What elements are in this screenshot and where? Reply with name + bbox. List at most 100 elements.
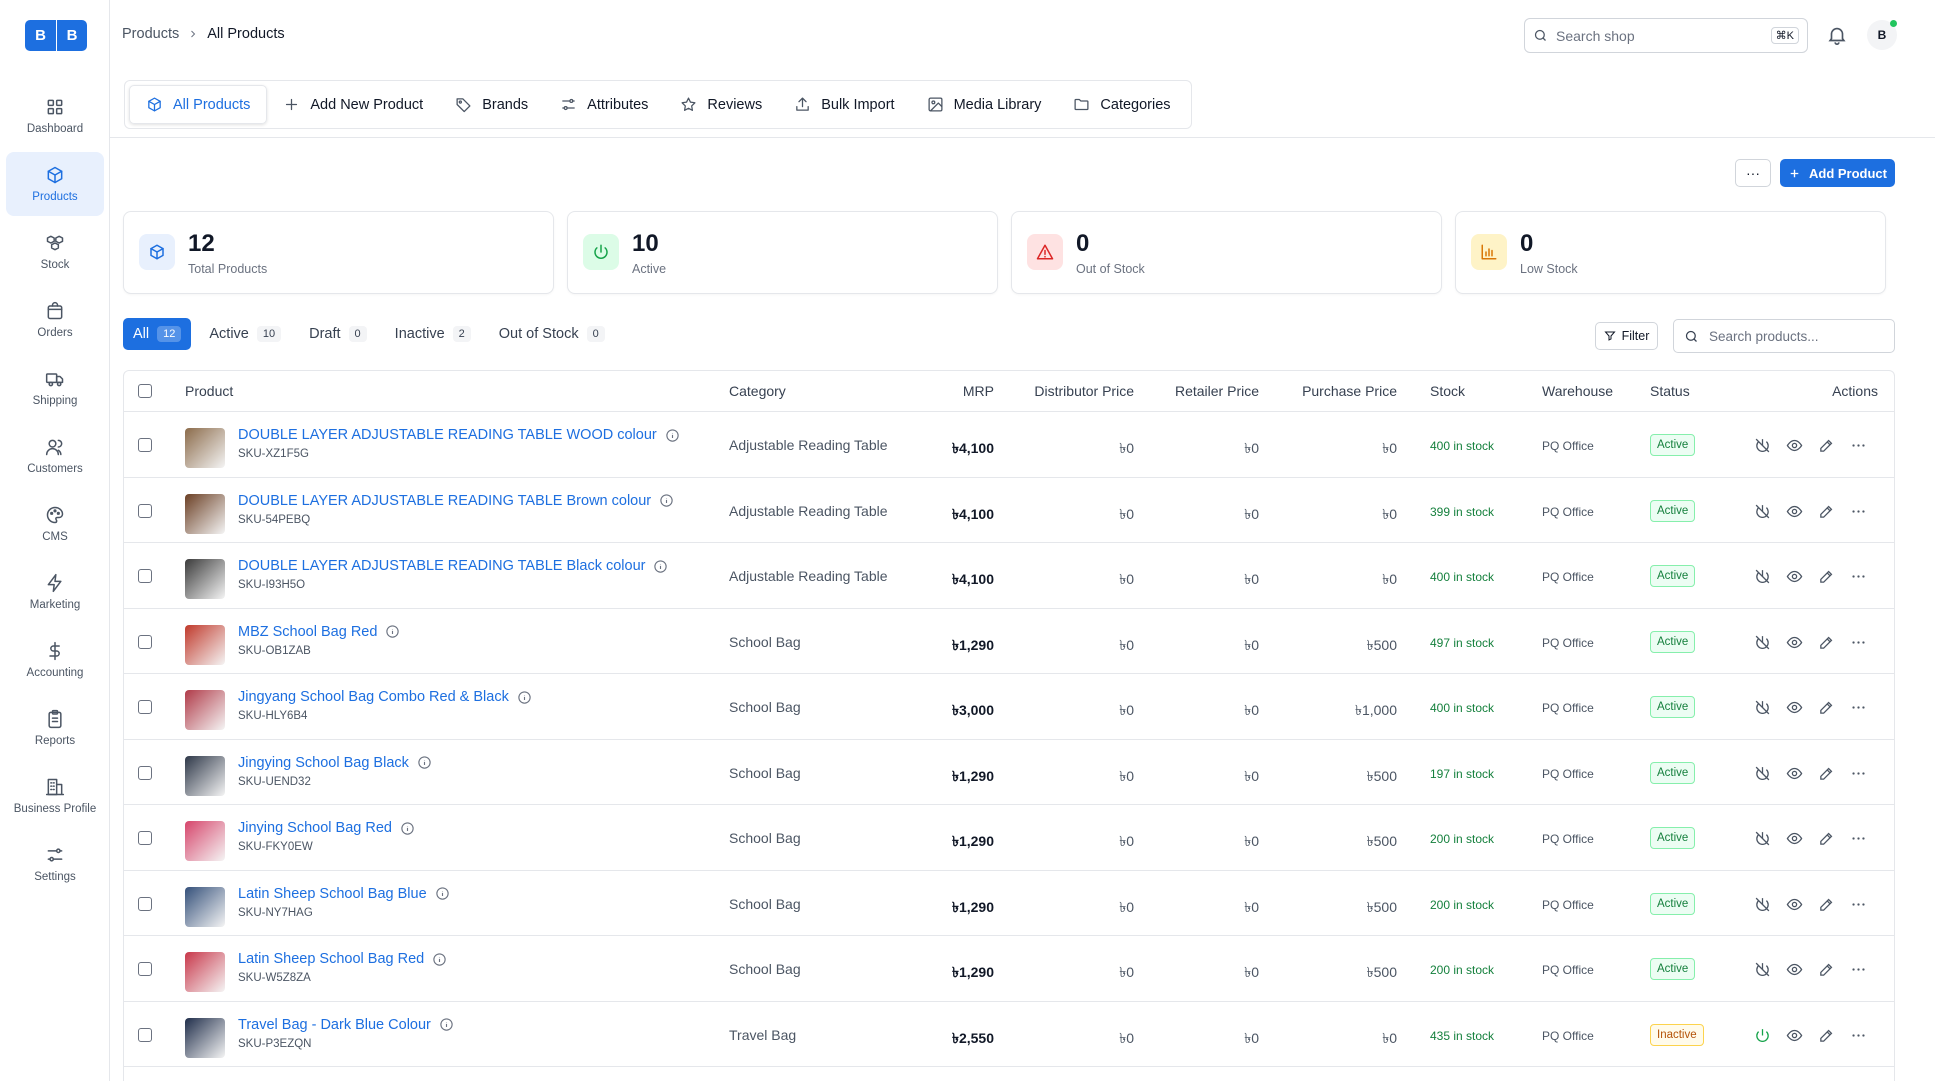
tab-media-library[interactable]: Media Library: [911, 85, 1058, 124]
power-icon[interactable]: [1754, 1027, 1771, 1044]
tab-attributes[interactable]: Attributes: [544, 85, 664, 124]
info-icon[interactable]: [385, 624, 400, 639]
logo[interactable]: B B: [25, 20, 87, 51]
product-name-link[interactable]: Latin Sheep School Bag Blue: [238, 886, 450, 902]
more-options-button[interactable]: ···: [1735, 159, 1771, 187]
info-icon[interactable]: [517, 690, 532, 705]
product-name-link[interactable]: Jingyang School Bag Combo Red & Black: [238, 689, 532, 705]
row-checkbox[interactable]: [138, 896, 152, 911]
edit-icon[interactable]: [1818, 896, 1835, 913]
info-icon[interactable]: [665, 428, 680, 443]
table-row[interactable]: Jinying School Bag Red SKU-FKY0EW School …: [124, 805, 1894, 871]
product-name-link[interactable]: DOUBLE LAYER ADJUSTABLE READING TABLE Br…: [238, 493, 674, 509]
eye-icon[interactable]: [1786, 568, 1803, 585]
table-row[interactable]: DOUBLE LAYER ADJUSTABLE READING TABLE WO…: [124, 412, 1894, 478]
power-off-icon[interactable]: [1754, 896, 1771, 913]
eye-icon[interactable]: [1786, 896, 1803, 913]
sidebar-item-dashboard[interactable]: Dashboard: [6, 84, 104, 148]
product-thumbnail[interactable]: [185, 428, 225, 468]
more-horizontal-icon[interactable]: [1850, 568, 1867, 585]
table-row[interactable]: Latin Sheep School Bag Red SKU-W5Z8ZA Sch…: [124, 936, 1894, 1002]
row-checkbox[interactable]: [138, 503, 152, 518]
table-row[interactable]: Jingyang School Bag Combo Red & Black SKU…: [124, 674, 1894, 740]
edit-icon[interactable]: [1818, 634, 1835, 651]
product-name-link[interactable]: Latin Sheep School Bag Red: [238, 951, 447, 967]
edit-icon[interactable]: [1818, 830, 1835, 847]
row-checkbox[interactable]: [138, 569, 152, 583]
row-checkbox[interactable]: [138, 634, 152, 649]
row-checkbox[interactable]: [138, 1027, 152, 1042]
more-horizontal-icon[interactable]: [1850, 503, 1867, 520]
power-off-icon[interactable]: [1754, 830, 1771, 847]
table-row[interactable]: DOUBLE LAYER ADJUSTABLE READING TABLE Bl…: [124, 543, 1894, 609]
info-icon[interactable]: [417, 755, 432, 770]
eye-icon[interactable]: [1786, 1027, 1803, 1044]
product-thumbnail[interactable]: [185, 690, 225, 730]
eye-icon[interactable]: [1786, 830, 1803, 847]
table-row[interactable]: Latin Sheep School Bag Blue SKU-NY7HAG Sc…: [124, 871, 1894, 936]
breadcrumb-products[interactable]: Products: [122, 26, 179, 42]
product-thumbnail[interactable]: [185, 952, 225, 992]
eye-icon[interactable]: [1786, 699, 1803, 716]
sidebar-item-customers[interactable]: Customers: [6, 424, 104, 488]
filter-tab-out-of-stock[interactable]: Out of Stock 0: [489, 318, 615, 350]
row-checkbox[interactable]: [138, 700, 152, 714]
row-checkbox[interactable]: [138, 765, 152, 780]
info-icon[interactable]: [659, 493, 674, 508]
sidebar-item-accounting[interactable]: Accounting: [6, 628, 104, 692]
sidebar-item-shipping[interactable]: Shipping: [6, 356, 104, 420]
product-thumbnail[interactable]: [185, 559, 225, 599]
product-name-link[interactable]: DOUBLE LAYER ADJUSTABLE READING TABLE WO…: [238, 427, 680, 443]
info-icon[interactable]: [435, 886, 450, 901]
table-row[interactable]: DOUBLE LAYER ADJUSTABLE READING TABLE Br…: [124, 478, 1894, 543]
tab-reviews[interactable]: Reviews: [664, 85, 778, 124]
edit-icon[interactable]: [1818, 699, 1835, 716]
product-thumbnail[interactable]: [185, 493, 225, 534]
power-off-icon[interactable]: [1754, 568, 1771, 585]
table-row[interactable]: Travel Bag - Dark Blue Colour SKU-P3EZQN …: [124, 1002, 1894, 1067]
search-products-input[interactable]: Search products...: [1673, 319, 1895, 353]
more-horizontal-icon[interactable]: [1850, 896, 1867, 913]
filter-tab-inactive[interactable]: Inactive 2: [385, 318, 481, 350]
eye-icon[interactable]: [1786, 765, 1803, 782]
power-off-icon[interactable]: [1754, 699, 1771, 716]
search-shop-input[interactable]: Search shop ⌘K: [1524, 18, 1808, 53]
product-name-link[interactable]: MBZ School Bag Red: [238, 624, 400, 640]
sidebar-item-settings[interactable]: Settings: [6, 832, 104, 896]
info-icon[interactable]: [432, 952, 447, 967]
product-thumbnail[interactable]: [185, 886, 225, 927]
edit-icon[interactable]: [1818, 961, 1835, 978]
eye-icon[interactable]: [1786, 634, 1803, 651]
product-name-link[interactable]: Jinying School Bag Red: [238, 820, 415, 836]
row-checkbox[interactable]: [138, 438, 152, 452]
sidebar-item-reports[interactable]: Reports: [6, 696, 104, 760]
edit-icon[interactable]: [1818, 503, 1835, 520]
product-name-link[interactable]: DOUBLE LAYER ADJUSTABLE READING TABLE Bl…: [238, 558, 668, 574]
more-horizontal-icon[interactable]: [1850, 830, 1867, 847]
product-name-link[interactable]: Jingying School Bag Black: [238, 755, 432, 771]
more-horizontal-icon[interactable]: [1850, 634, 1867, 651]
more-horizontal-icon[interactable]: [1850, 437, 1867, 454]
sidebar-item-products[interactable]: Products: [6, 152, 104, 216]
product-name-link[interactable]: Travel Bag - Dark Blue Colour: [238, 1017, 454, 1033]
more-horizontal-icon[interactable]: [1850, 765, 1867, 782]
edit-icon[interactable]: [1818, 1027, 1835, 1044]
select-all-checkbox[interactable]: [138, 384, 152, 398]
product-thumbnail[interactable]: [185, 755, 225, 796]
add-product-button[interactable]: Add Product: [1780, 159, 1895, 187]
bell-icon[interactable]: [1826, 24, 1848, 46]
more-horizontal-icon[interactable]: [1850, 961, 1867, 978]
product-thumbnail[interactable]: [185, 821, 225, 861]
tab-add-new-product[interactable]: Add New Product: [267, 85, 439, 124]
eye-icon[interactable]: [1786, 437, 1803, 454]
eye-icon[interactable]: [1786, 503, 1803, 520]
edit-icon[interactable]: [1818, 568, 1835, 585]
tab-categories[interactable]: Categories: [1057, 85, 1186, 124]
eye-icon[interactable]: [1786, 961, 1803, 978]
power-off-icon[interactable]: [1754, 437, 1771, 454]
info-icon[interactable]: [439, 1017, 454, 1032]
sidebar-item-stock[interactable]: Stock: [6, 220, 104, 284]
more-horizontal-icon[interactable]: [1850, 1027, 1867, 1044]
sidebar-item-orders[interactable]: Orders: [6, 288, 104, 352]
tab-brands[interactable]: Brands: [439, 85, 544, 124]
